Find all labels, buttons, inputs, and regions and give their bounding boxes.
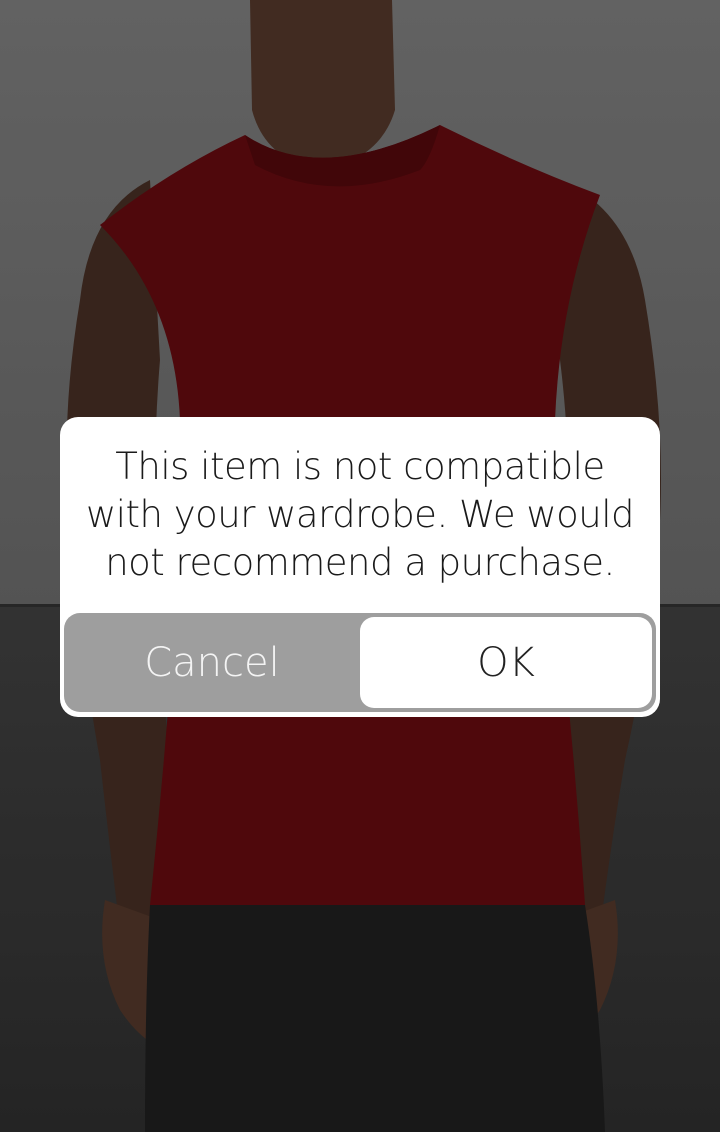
alert-message: This item is not compatible with your wa… [85,445,635,584]
ok-button[interactable]: OK [360,617,652,708]
dialog-button-row: Cancel OK [64,613,656,712]
cancel-button[interactable]: Cancel [64,613,360,712]
compatibility-alert-dialog: This item is not compatible with your wa… [60,417,660,717]
app-screen: This item is not compatible with your wa… [0,0,720,1132]
